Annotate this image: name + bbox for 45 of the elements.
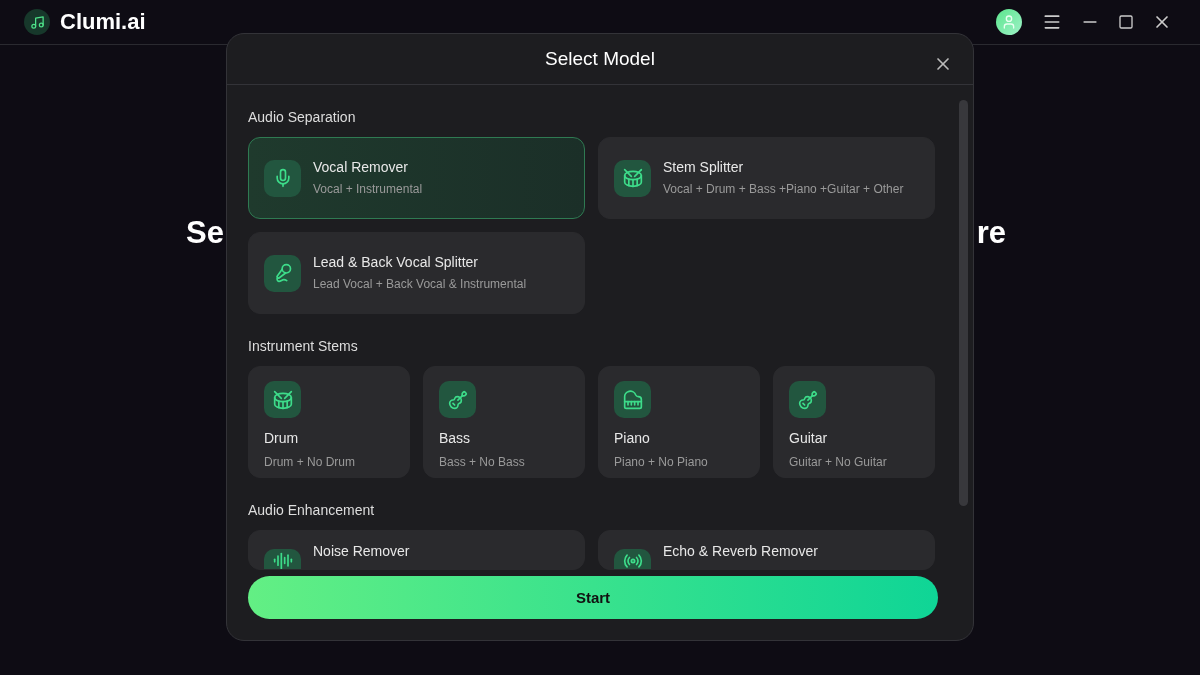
model-card[interactable]: Piano Piano + No Piano: [598, 366, 760, 478]
section-title: Audio Enhancement: [248, 502, 376, 518]
model-description: Drum + No Drum: [264, 454, 356, 470]
app-name: Clumi.ai: [60, 9, 146, 35]
model-description: Piano + No Piano: [614, 454, 709, 470]
model-card[interactable]: Guitar Guitar + No Guitar: [773, 366, 935, 478]
model-name: Vocal Remover: [313, 159, 409, 175]
guitar-icon: [439, 381, 476, 418]
model-card[interactable]: Lead & Back Vocal Splitter Lead Vocal + Back Vocal & Instrumental: [248, 232, 585, 314]
logo-icon: [24, 9, 50, 35]
model-name: Stem Splitter: [663, 159, 745, 175]
model-description: Vocal + Drum + Bass +Piano +Guitar + Other: [663, 181, 904, 197]
model-card[interactable]: Vocal Remover Vocal + Instrumental: [248, 137, 585, 219]
model-card[interactable]: Stem Splitter Vocal + Drum + Bass +Piano +Guitar + Other: [598, 137, 935, 219]
start-button[interactable]: Start: [248, 576, 938, 619]
page-heading: Se: [186, 215, 224, 251]
microphone-icon: [264, 159, 301, 197]
model-card[interactable]: Noise Remover: [248, 530, 585, 570]
microphone-icon: [264, 254, 301, 292]
model-name: Bass: [439, 430, 472, 446]
piano-icon: [614, 381, 651, 418]
model-name: Noise Remover: [313, 543, 410, 559]
section-title: Audio Separation: [248, 109, 357, 125]
scrollbar[interactable]: [959, 100, 968, 506]
guitar-icon: [789, 381, 826, 418]
drum-icon: [264, 381, 301, 418]
drum-icon: [614, 159, 651, 197]
model-description: Bass + No Bass: [439, 454, 526, 470]
signal-icon: [614, 549, 651, 569]
model-card[interactable]: Bass Bass + No Bass: [423, 366, 585, 478]
model-description: Guitar + No Guitar: [789, 454, 888, 470]
model-name: Piano: [614, 430, 651, 446]
model-name: Guitar: [789, 430, 829, 446]
page-heading: re: [976, 215, 1006, 251]
dialog-title: Select Model: [545, 48, 655, 70]
model-name: Echo & Reverb Remover: [663, 543, 818, 559]
model-description: Vocal + Instrumental: [313, 181, 423, 197]
model-card[interactable]: Echo & Reverb Remover: [598, 530, 935, 570]
section-title: Instrument Stems: [248, 338, 359, 354]
model-name: Lead & Back Vocal Splitter: [313, 254, 479, 270]
model-name: Drum: [264, 430, 300, 446]
model-card[interactable]: Drum Drum + No Drum: [248, 366, 410, 478]
sound-wave-icon: [264, 549, 301, 569]
avatar-icon[interactable]: [996, 9, 1022, 35]
model-description: Lead Vocal + Back Vocal & Instrumental: [313, 276, 527, 292]
